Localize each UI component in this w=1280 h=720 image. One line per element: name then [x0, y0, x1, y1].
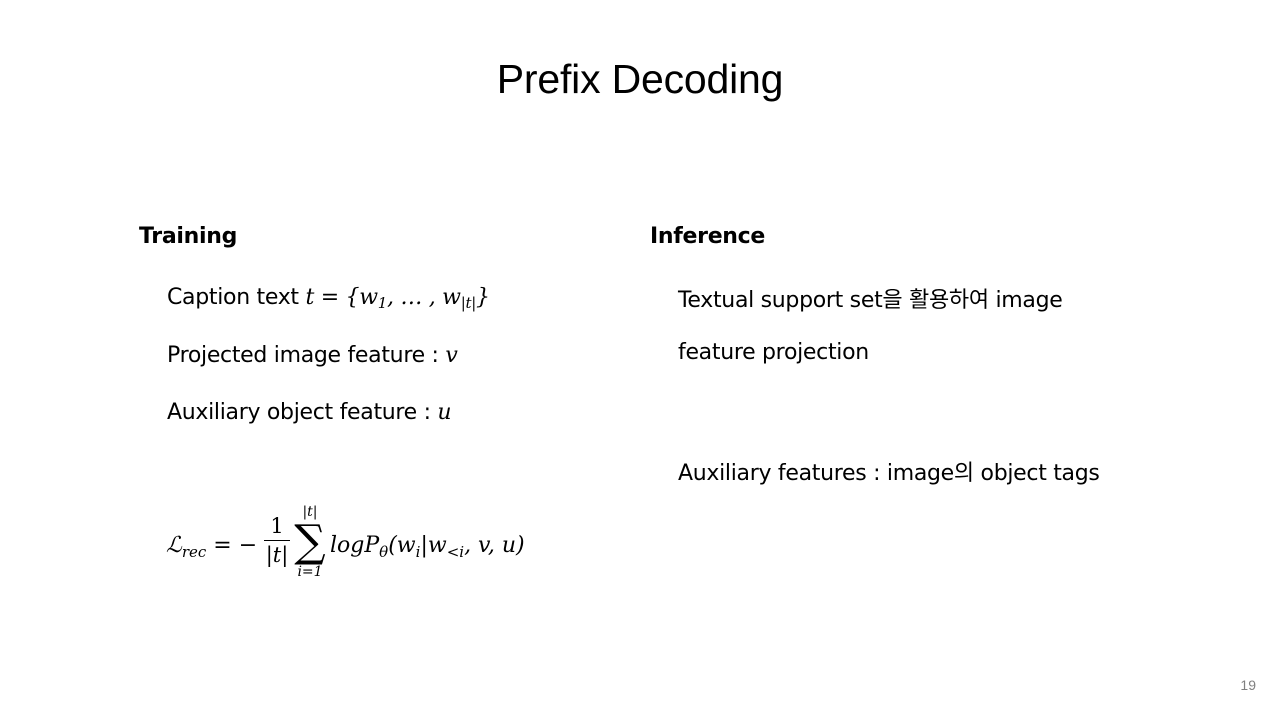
projected-image-feature-var: v [445, 343, 458, 368]
caption-text-line: Caption text t = {w1, … , w|t|} [167, 285, 490, 312]
page-number: 19 [1240, 677, 1256, 693]
loss-lhs: ℒrec = − [166, 533, 258, 561]
auxiliary-object-feature-var: u [437, 400, 452, 425]
projected-image-feature-label: Projected image feature : [167, 343, 446, 368]
summation: |t| ∑ i=1 [294, 504, 326, 580]
training-heading: Training [139, 224, 238, 249]
inference-line-1: Textual support set을 활용하여 image [678, 288, 1063, 313]
caption-text-label: Caption text [167, 285, 306, 310]
slide-title: Prefix Decoding [496, 56, 784, 102]
inference-heading: Inference [650, 224, 766, 249]
projected-image-feature-line: Projected image feature : v [167, 343, 458, 368]
caption-text-math: t = {w1, … , w|t|} [305, 285, 490, 312]
inference-line-3: Auxiliary features : image의 object tags [678, 461, 1100, 486]
slide: Prefix Decoding Training Caption text t … [0, 0, 1280, 720]
reconstruction-loss-formula: ℒrec = − 1 |t| |t| ∑ i=1 logPθ(wi|w<i, v… [166, 500, 546, 590]
inference-line-2: feature projection [678, 340, 869, 365]
auxiliary-object-feature-line: Auxiliary object feature : u [167, 400, 452, 425]
loss-fraction: 1 |t| [264, 514, 290, 567]
loss-rhs: logPθ(wi|w<i, v, u) [330, 533, 525, 561]
auxiliary-object-feature-label: Auxiliary object feature : [167, 400, 438, 425]
